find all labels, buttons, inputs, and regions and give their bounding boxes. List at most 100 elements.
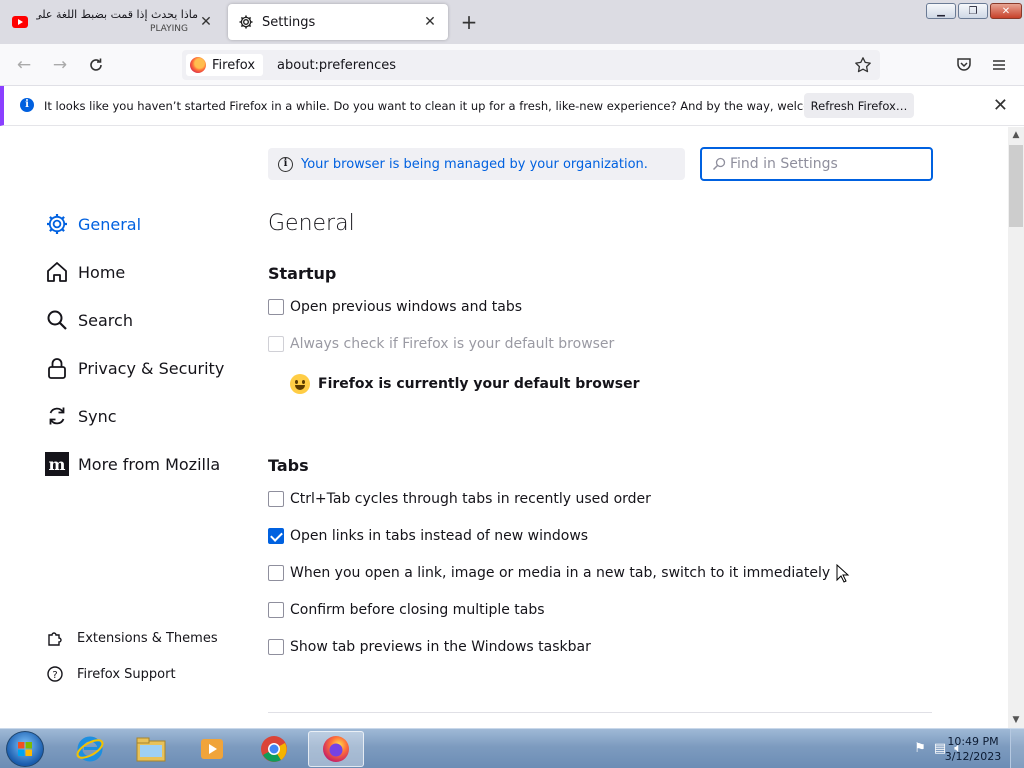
open-links-in-tabs-checkbox[interactable]: Open links in tabs instead of new window… — [268, 526, 588, 546]
checkbox-label: Always check if Firefox is your default … — [290, 336, 615, 352]
tab-playing-label: PLAYING — [150, 24, 188, 34]
checkbox[interactable] — [268, 528, 284, 544]
start-button[interactable] — [6, 731, 44, 767]
sidebar-item-label: Extensions & Themes — [77, 630, 218, 646]
show-desktop-button[interactable] — [1010, 729, 1024, 768]
refresh-firefox-button[interactable]: Refresh Firefox… — [804, 93, 914, 118]
info-icon: i — [278, 156, 293, 172]
mouse-cursor-icon — [836, 564, 850, 583]
scroll-down-arrow-icon[interactable]: ▼ — [1008, 712, 1024, 728]
sidebar-item-extensions[interactable]: Extensions & Themes — [46, 629, 218, 647]
taskbar-file-explorer[interactable] — [123, 731, 179, 767]
menu-icon[interactable] — [991, 57, 1007, 73]
url-text[interactable]: about:preferences — [277, 58, 396, 73]
taskbar-clock[interactable]: 10:49 PM 3/12/2023 — [938, 734, 1008, 764]
minimize-button[interactable]: ▁ — [926, 3, 956, 19]
youtube-icon — [12, 16, 28, 28]
sidebar-item-label: Firefox Support — [77, 666, 176, 682]
scroll-up-arrow-icon[interactable]: ▲ — [1008, 127, 1024, 143]
tab-title: Settings — [262, 14, 316, 30]
taskbar-internet-explorer[interactable] — [62, 731, 118, 767]
sidebar-item-label: General — [78, 214, 142, 234]
tab-title: ماذا يحدث إذا قمت بضبط اللغة على — [36, 9, 198, 21]
default-browser-status: Firefox is currently your default browse… — [290, 374, 640, 394]
mozilla-icon: m — [45, 452, 69, 476]
search-input[interactable] — [730, 156, 920, 172]
chrome-icon — [261, 736, 287, 762]
startup-heading: Startup — [268, 264, 337, 283]
switch-to-new-tab-checkbox[interactable]: When you open a link, image or media in … — [268, 563, 830, 583]
always-check-default-checkbox: Always check if Firefox is your default … — [268, 334, 614, 354]
managed-policy-link[interactable]: Your browser is being managed by your or… — [301, 157, 648, 172]
windows-logo-icon — [18, 742, 32, 756]
sidebar-item-label: Home — [78, 262, 126, 282]
action-center-flag-icon[interactable]: ⚑ — [914, 741, 926, 756]
sync-icon — [49, 407, 65, 425]
back-button[interactable]: ← — [12, 53, 36, 77]
sidebar-item-privacy[interactable]: Privacy & Security — [44, 353, 224, 383]
tab-title-box: ماذا يحدث إذا قمت بضبط اللغة على PLAYING — [36, 9, 198, 35]
checkbox[interactable] — [268, 639, 284, 655]
close-tab-button[interactable]: ✕ — [198, 14, 214, 30]
sidebar-item-label: Sync — [78, 406, 117, 426]
identity-box[interactable]: Firefox — [186, 54, 264, 76]
refresh-notification-bar: i It looks like you haven’t started Fire… — [0, 86, 1024, 126]
checkbox-label: Ctrl+Tab cycles through tabs in recently… — [290, 491, 651, 507]
windows-taskbar: ⚑ ▤ 🔈︎ 10:49 PM 3/12/2023 — [0, 728, 1024, 768]
sidebar-item-general[interactable]: General — [44, 209, 141, 239]
open-previous-checkbox[interactable]: Open previous windows and tabs — [268, 297, 522, 317]
checkbox[interactable] — [268, 491, 284, 507]
close-window-button[interactable]: ✕ — [990, 3, 1022, 19]
firefox-icon — [323, 736, 349, 762]
checkbox-label: Show tab previews in the Windows taskbar — [290, 639, 591, 655]
scroll-thumb[interactable] — [1009, 145, 1023, 227]
sidebar-item-more-from-mozilla[interactable]: m More from Mozilla — [44, 449, 220, 479]
close-tab-button[interactable]: ✕ — [422, 14, 438, 30]
tab-settings[interactable]: Settings ✕ — [228, 4, 448, 40]
sidebar-item-home[interactable]: Home — [44, 257, 125, 287]
taskbar-firefox[interactable] — [308, 731, 364, 767]
page-scrollbar[interactable]: ▲ ▼ — [1008, 127, 1024, 728]
taskbar-chrome[interactable] — [246, 731, 302, 767]
checkbox[interactable] — [268, 565, 284, 581]
checkbox[interactable] — [268, 299, 284, 315]
tabs-heading: Tabs — [268, 456, 309, 475]
checkbox[interactable] — [268, 602, 284, 618]
pocket-icon[interactable] — [955, 56, 973, 74]
search-icon — [47, 310, 67, 330]
restore-button[interactable]: ❐ — [958, 3, 988, 19]
taskbar-media-player[interactable] — [184, 731, 240, 767]
confirm-close-checkbox[interactable]: Confirm before closing multiple tabs — [268, 600, 545, 620]
new-tab-button[interactable]: + — [458, 12, 480, 34]
lock-icon — [48, 358, 66, 379]
section-divider — [268, 712, 932, 713]
sidebar-item-sync[interactable]: Sync — [44, 401, 117, 431]
home-icon — [47, 262, 67, 282]
reload-icon — [90, 58, 102, 71]
internet-explorer-icon — [76, 736, 104, 762]
tab-previews-checkbox[interactable]: Show tab previews in the Windows taskbar — [268, 637, 591, 657]
gear-icon — [47, 214, 67, 234]
clock-date: 3/12/2023 — [944, 750, 1002, 763]
smiley-icon — [290, 374, 310, 394]
checkbox-label: Open previous windows and tabs — [290, 299, 523, 315]
ctrl-tab-checkbox[interactable]: Ctrl+Tab cycles through tabs in recently… — [268, 489, 651, 509]
reload-button[interactable] — [84, 53, 108, 77]
find-in-settings[interactable] — [700, 147, 933, 181]
tab-youtube[interactable]: ماذا يحدث إذا قمت بضبط اللغة على PLAYING… — [2, 4, 224, 40]
bookmark-star-icon[interactable] — [854, 56, 872, 74]
sidebar-item-search[interactable]: Search — [44, 305, 133, 335]
default-browser-text: Firefox is currently your default browse… — [318, 376, 640, 392]
sidebar-item-label: Search — [78, 310, 133, 330]
close-icon[interactable]: ✕ — [993, 95, 1008, 116]
url-bar[interactable]: Firefox about:preferences — [182, 50, 880, 80]
help-icon: ? — [47, 666, 63, 682]
checkbox-label: Open links in tabs instead of new window… — [290, 528, 589, 544]
sidebar-item-support[interactable]: ? Firefox Support — [46, 665, 176, 683]
svg-text:m: m — [49, 455, 66, 474]
forward-button[interactable]: → — [48, 53, 72, 77]
checkbox-label: Confirm before closing multiple tabs — [290, 602, 545, 618]
info-icon: i — [20, 98, 34, 112]
sidebar-item-label: More from Mozilla — [78, 454, 221, 474]
managed-policy-banner[interactable]: i Your browser is being managed by your … — [268, 148, 685, 180]
